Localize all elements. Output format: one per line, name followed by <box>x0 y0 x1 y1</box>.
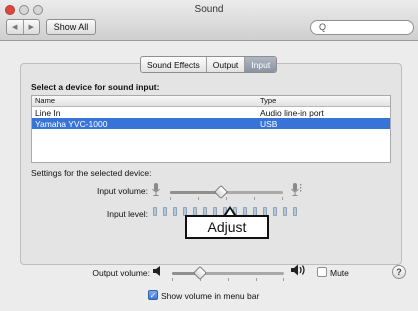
tab-output[interactable]: Output <box>205 57 245 72</box>
tab-sound-effects[interactable]: Sound Effects <box>141 57 206 72</box>
table-row-empty <box>32 129 390 140</box>
level-segment <box>283 207 287 216</box>
input-section-title: Select a device for sound input: <box>31 82 160 92</box>
show-volume-checkbox[interactable]: ✓ <box>148 290 158 300</box>
slider-tick <box>228 278 229 281</box>
slider-tick <box>226 197 227 200</box>
level-segment <box>173 207 177 216</box>
tab-bar: Sound Effects Output Input <box>140 56 278 73</box>
level-segment <box>293 207 297 216</box>
column-header-type[interactable]: Type <box>257 96 390 106</box>
speaker-high-icon <box>290 263 308 279</box>
table-header: Name Type <box>32 96 390 107</box>
mute-checkbox[interactable] <box>317 267 327 277</box>
show-all-button[interactable]: Show All <box>46 19 96 35</box>
table-row-selected[interactable]: Yamaha YVC-1000 USB <box>32 118 390 129</box>
mute-label: Mute <box>330 268 349 278</box>
table-row[interactable]: Line In Audio line-in port <box>32 107 390 118</box>
device-type: USB <box>260 118 278 129</box>
window-title: Sound <box>194 4 224 15</box>
back-forward-control: ◀ ▶ <box>6 19 40 35</box>
mic-high-icon <box>290 183 304 200</box>
slider-tick <box>256 278 257 281</box>
speaker-low-icon <box>152 265 164 279</box>
input-volume-label: Input volume: <box>96 186 148 196</box>
device-name: Yamaha YVC-1000 <box>35 118 108 129</box>
help-button[interactable]: ? <box>392 265 406 279</box>
level-segment <box>163 207 167 216</box>
window-titlebar: Sound ◀ ▶ Show All Q <box>0 0 418 41</box>
slider-tick <box>172 278 173 281</box>
tab-input[interactable]: Input <box>244 57 277 72</box>
level-segment <box>273 207 277 216</box>
device-settings-title: Settings for the selected device: <box>31 168 152 178</box>
slider-tick <box>170 197 171 200</box>
column-header-name[interactable]: Name <box>32 96 257 106</box>
back-arrow-icon[interactable]: ◀ <box>7 20 23 34</box>
output-volume-label: Output volume: <box>92 268 150 278</box>
table-row-empty <box>32 151 390 162</box>
output-volume-slider-knob[interactable] <box>192 265 208 281</box>
slider-tick <box>283 278 284 281</box>
mic-low-icon <box>151 183 161 200</box>
slider-tick <box>282 197 283 200</box>
show-volume-label: Show volume in menu bar <box>161 291 260 301</box>
level-segment <box>153 207 157 216</box>
table-row-empty <box>32 140 390 151</box>
slider-tick <box>198 197 199 200</box>
search-icon: Q <box>319 22 327 32</box>
input-volume-fill <box>170 191 221 194</box>
device-type: Audio line-in port <box>260 107 324 118</box>
device-name: Line In <box>35 107 61 118</box>
slider-tick <box>254 197 255 200</box>
adjust-callout: Adjust <box>185 215 269 239</box>
forward-arrow-icon[interactable]: ▶ <box>22 20 40 34</box>
input-device-table[interactable]: Name Type Line In Audio line-in port Yam… <box>31 95 391 163</box>
input-level-label: Input level: <box>106 209 148 219</box>
search-input[interactable]: Q <box>310 20 414 35</box>
output-volume-track[interactable] <box>172 272 284 275</box>
